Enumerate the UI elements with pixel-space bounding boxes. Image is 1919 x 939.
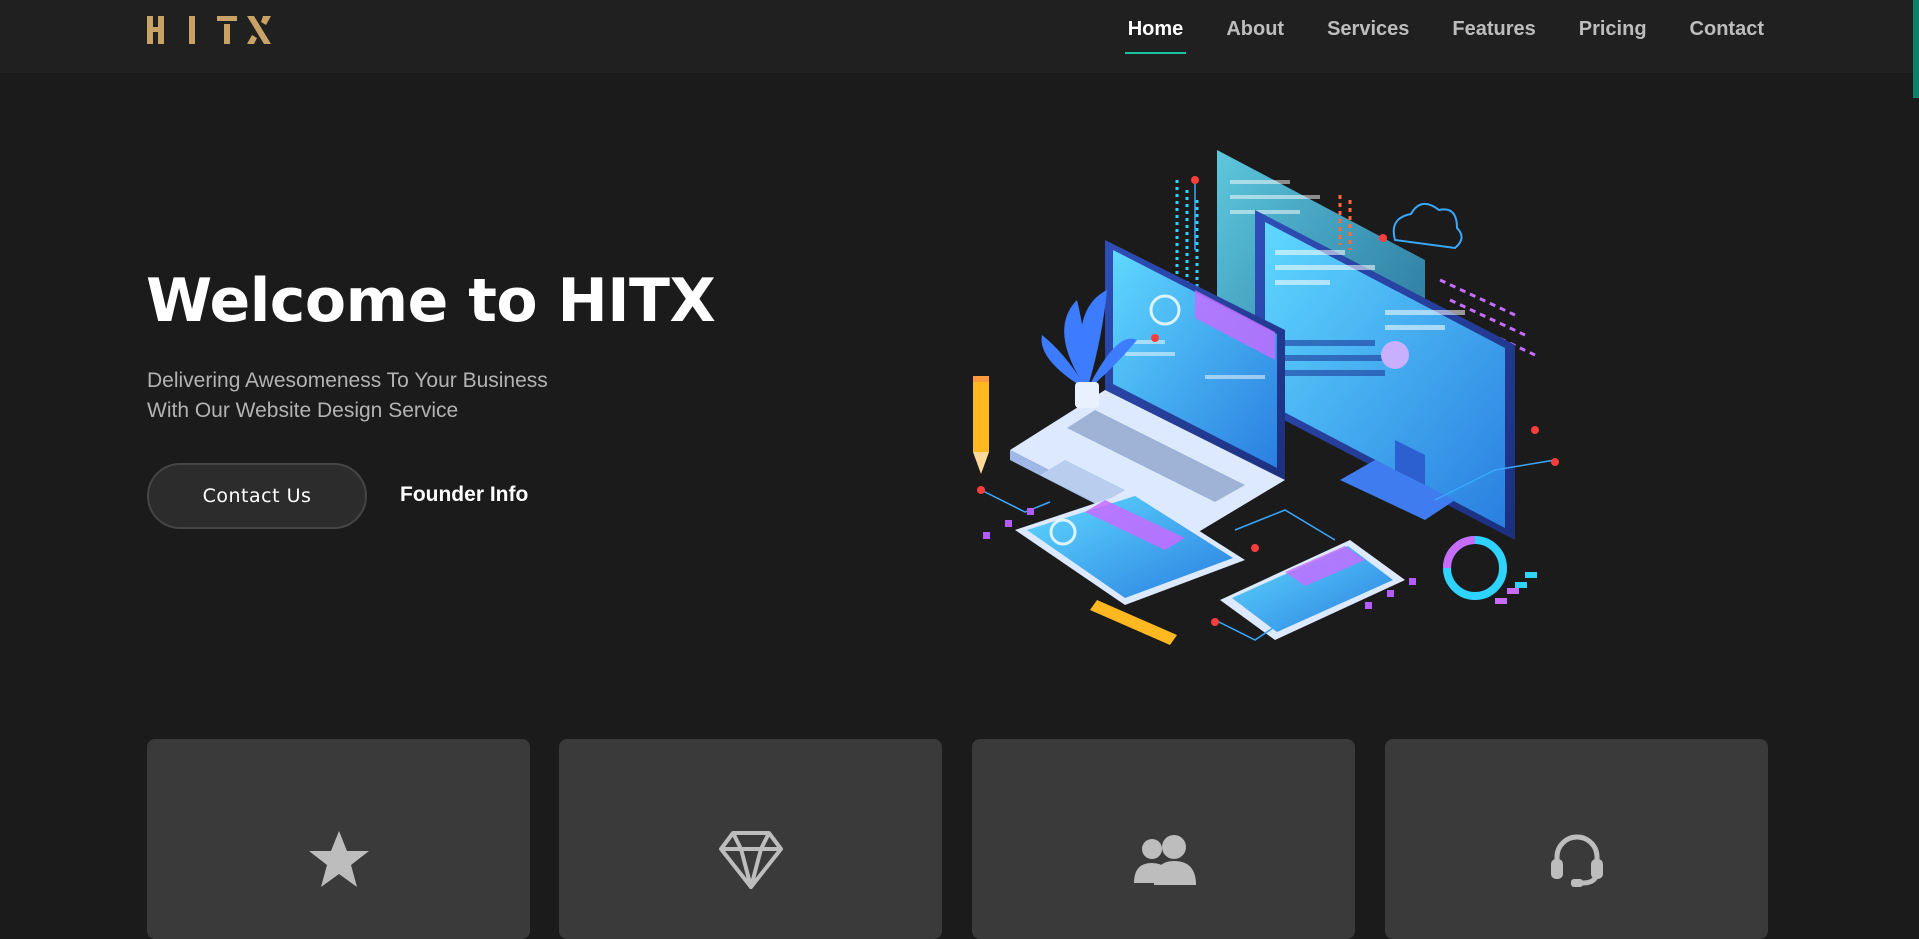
nav-home[interactable]: Home <box>1124 18 1186 54</box>
hitx-logo[interactable] <box>147 16 271 44</box>
contact-us-button[interactable]: Contact Us <box>147 463 367 529</box>
hero-subtitle-line2: With Our Website Design Service <box>147 399 459 422</box>
feature-card-2 <box>559 739 942 939</box>
nav-pricing[interactable]: Pricing <box>1579 18 1647 43</box>
hero-title: Welcome to HITX <box>146 266 716 336</box>
nav-about[interactable]: About <box>1226 18 1284 43</box>
diamond-icon <box>718 831 783 889</box>
isometric-devices-illustration <box>973 150 1559 645</box>
users-icon <box>1133 835 1196 885</box>
founder-info-link[interactable]: Founder Info <box>400 483 528 507</box>
main-nav: Home About Services Features Pricing Con… <box>1085 0 1764 60</box>
headset-icon <box>1550 834 1603 887</box>
hero-subtitle: Delivering Awesomeness To Your Business … <box>147 366 548 426</box>
hero-subtitle-line1: Delivering Awesomeness To Your Business <box>147 369 548 392</box>
feature-card-1 <box>147 739 530 939</box>
nav-contact[interactable]: Contact <box>1690 18 1764 43</box>
feature-card-4 <box>1385 739 1768 939</box>
site-header: Home About Services Features Pricing Con… <box>0 0 1919 73</box>
scroll-progress-indicator <box>1913 0 1919 98</box>
nav-services[interactable]: Services <box>1327 18 1409 43</box>
star-icon <box>308 831 369 887</box>
feature-card-3 <box>972 739 1355 939</box>
nav-features[interactable]: Features <box>1452 18 1535 43</box>
